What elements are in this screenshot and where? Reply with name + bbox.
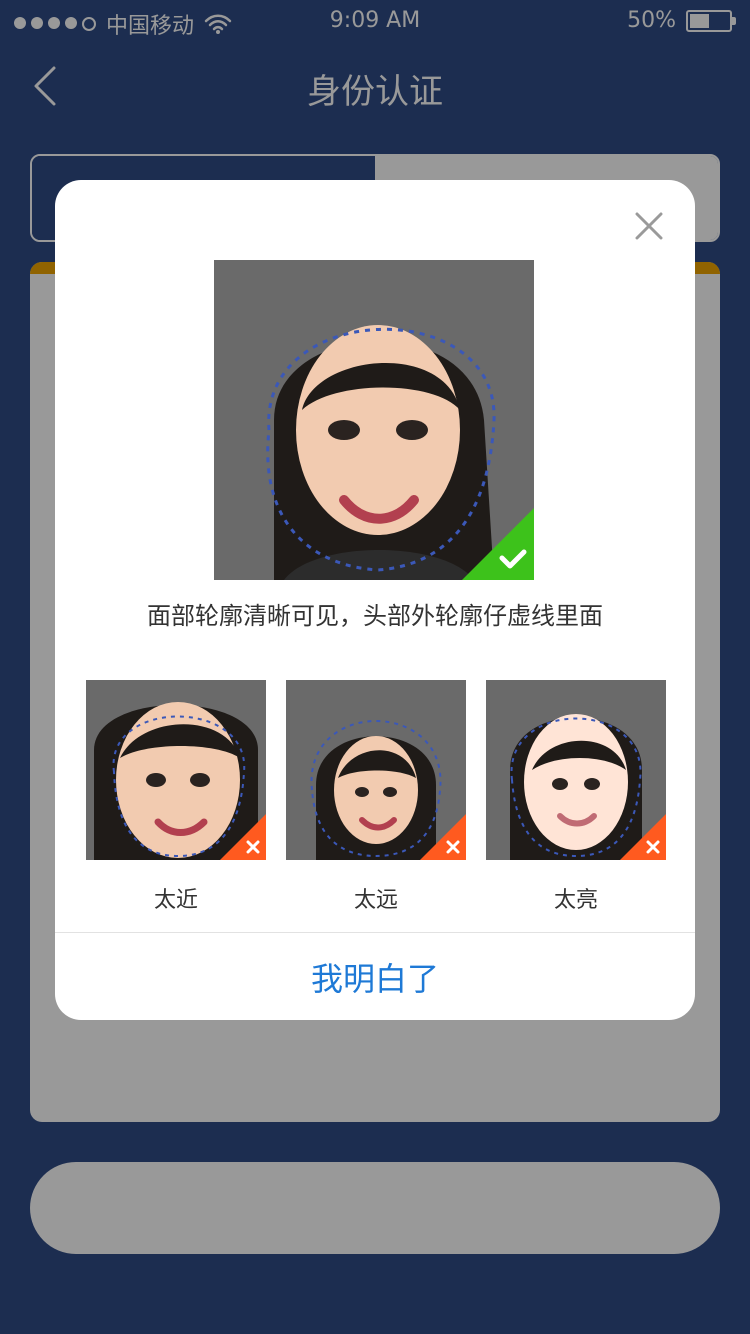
face-verification-guide-modal: 面部轮廓清晰可见，头部外轮廓仔虚线里面 太近 太远 太亮 我明白了 (55, 180, 695, 1020)
check-badge (462, 508, 534, 580)
close-icon[interactable] (625, 202, 673, 250)
x-badge (220, 814, 266, 860)
example-photo (286, 680, 466, 860)
example-caption: 太亮 (553, 888, 598, 913)
instruction-text: 面部轮廓清晰可见，头部外轮廓仔虚线里面 (147, 602, 603, 630)
sample-face-photo (214, 260, 534, 580)
example-too-bright: 太亮 (486, 680, 666, 914)
example-too-close: 太近 (86, 680, 266, 914)
x-badge (620, 814, 666, 860)
understand-button[interactable]: 我明白了 (55, 933, 695, 1020)
example-caption: 太近 (153, 888, 198, 913)
example-photo (486, 680, 666, 860)
example-photo (86, 680, 266, 860)
x-badge (420, 814, 466, 860)
example-too-far: 太远 (286, 680, 466, 914)
example-caption: 太远 (353, 888, 398, 913)
examples-row: 太近 太远 太亮 (86, 680, 666, 920)
